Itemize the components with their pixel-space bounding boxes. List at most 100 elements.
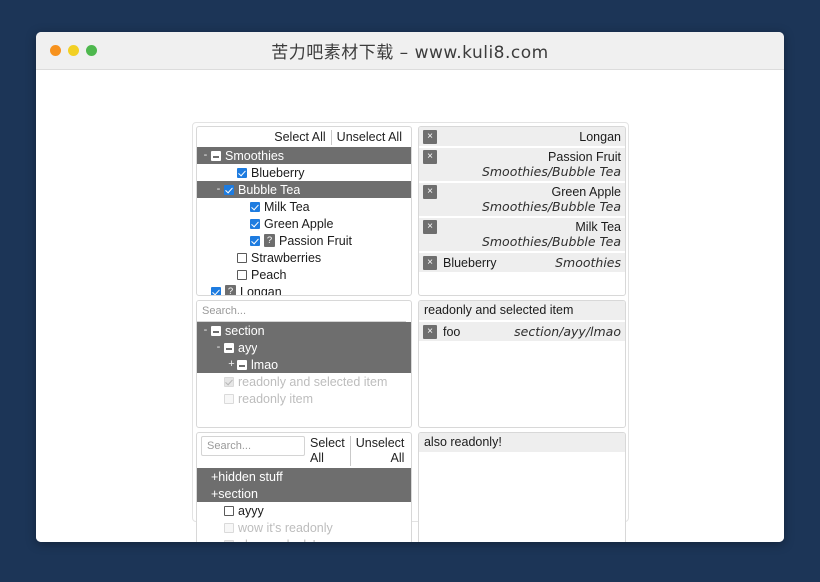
section-1-tree: - Smoothies Blueberry - Bubble Tea Milk Tea Gr… (197, 147, 411, 296)
select-all-button-3[interactable]: Select All (305, 436, 350, 466)
unselect-all-button-3[interactable]: Unselect All (349, 436, 410, 466)
remove-icon[interactable]: × (422, 220, 437, 234)
selected-item: × foo section/ayy/lmao (418, 322, 625, 341)
section-3-toolbar: Select All Unselect All (197, 433, 411, 468)
tree-row-label: also readonly! (238, 538, 316, 543)
question-badge-icon: ? (225, 285, 236, 295)
tree-row[interactable]: Milk Tea (197, 198, 411, 215)
section-1: Select All Unselect All - Smoothies Bluebe… (196, 126, 626, 296)
window-controls (50, 32, 97, 69)
checkbox-partial[interactable] (211, 325, 221, 336)
tree-row[interactable]: Peach (197, 266, 411, 283)
selected-item: × Green Apple Smoothies/Bubble Tea (418, 183, 625, 216)
section-1-tree-pane: Select All Unselect All - Smoothies Bluebe… (196, 126, 412, 296)
tree-row[interactable]: Green Apple (197, 215, 411, 232)
selected-item-path: Smoothies (555, 255, 621, 270)
collapse-icon[interactable]: - (200, 325, 211, 336)
section-2-tree: - section - ayy + lmao readonly and selected i… (197, 322, 411, 407)
selected-item: × Passion Fruit Smoothies/Bubble Tea (418, 148, 625, 181)
selected-item-path: Smoothies/Bubble Tea (481, 164, 621, 179)
tree-row[interactable]: ? Passion Fruit (197, 232, 411, 249)
section-3-tree-pane: Select All Unselect All +hidden stuff +se… (196, 432, 412, 542)
checkbox-checked[interactable] (211, 286, 221, 295)
remove-icon[interactable]: × (422, 255, 437, 270)
tree-row-label: Longan (240, 284, 282, 296)
checkbox-unchecked[interactable] (237, 269, 247, 280)
tree-row-label: readonly item (238, 391, 314, 406)
selected-item-path: Smoothies/Bubble Tea (481, 199, 621, 214)
checkbox-unchecked[interactable] (237, 252, 247, 263)
selected-item: also readonly! (418, 433, 625, 452)
tree-row-label: Bubble Tea (238, 182, 301, 197)
collapse-icon[interactable]: - (213, 342, 224, 353)
section-3-tree: +hidden stuff +section ayyy wow it's readon… (197, 468, 411, 542)
question-badge-icon: ? (264, 234, 275, 247)
checkbox-unchecked (224, 522, 234, 533)
checkbox-checked[interactable] (250, 235, 260, 246)
remove-icon[interactable]: × (422, 129, 437, 144)
checkbox-checked[interactable] (250, 201, 260, 212)
tree-row-label: lmao (251, 357, 279, 372)
section-2: -section-ayy+lmaoreadonly and selected i… (196, 300, 626, 428)
tree-row: readonly item (197, 390, 411, 407)
checkbox-checked[interactable] (224, 184, 234, 195)
checkbox-checked[interactable] (250, 218, 260, 229)
checkbox-checked (224, 376, 234, 387)
tree-row-label: Smoothies (225, 148, 285, 163)
search-input-3[interactable] (201, 436, 305, 456)
close-button[interactable] (50, 45, 61, 56)
remove-icon[interactable]: × (422, 150, 437, 164)
unselect-all-button-1[interactable]: Unselect All (330, 130, 407, 145)
select-all-button-1[interactable]: Select All (269, 130, 330, 145)
selected-item-label: Longan (579, 129, 621, 144)
checkbox-partial[interactable] (211, 150, 221, 161)
collapse-icon[interactable]: - (213, 184, 224, 195)
window-titlebar: 苦力吧素材下载 – www.kuli8.com (36, 32, 784, 70)
section-3-selected-list: also readonly! (418, 433, 625, 452)
tree-row-label: Passion Fruit (279, 233, 352, 248)
expand-icon[interactable]: + (226, 359, 237, 370)
checkbox-partial[interactable] (237, 359, 247, 370)
tree-row-label: section (225, 323, 265, 338)
tree-row[interactable]: - Smoothies (197, 147, 411, 164)
tree-row[interactable]: Blueberry (197, 164, 411, 181)
selected-item-label: readonly and selected item (423, 303, 574, 317)
window-title: 苦力吧素材下载 – www.kuli8.com (271, 43, 549, 63)
maximize-button[interactable] (86, 45, 97, 56)
selected-item-label: Milk Tea (575, 220, 621, 234)
section-1-selection-pane: × Longan × Passion Fruit Smoothies/Bubble Te… (417, 126, 626, 296)
app-window: 苦力吧素材下载 – www.kuli8.com Select All Unsel… (36, 32, 784, 542)
tree-row: readonly and selected item (197, 373, 411, 390)
section-1-selected-list: × Longan × Passion Fruit Smoothies/Bubble Te… (418, 127, 625, 272)
tree-row[interactable]: - section (197, 322, 411, 339)
checkbox-checked[interactable] (237, 167, 247, 178)
checkbox-partial[interactable] (224, 342, 234, 353)
tree-row[interactable]: ? Longan (197, 283, 411, 296)
checkbox-unchecked[interactable] (224, 505, 234, 516)
selected-item-label: Passion Fruit (548, 150, 621, 164)
tree-row[interactable]: - Bubble Tea (197, 181, 411, 198)
section-2-selected-list: readonly and selected item × foo section/ay… (418, 301, 625, 341)
tree-row[interactable]: ayyy (197, 502, 411, 519)
tree-row[interactable]: + lmao (197, 356, 411, 373)
tree-row-label: wow it's readonly (238, 520, 333, 535)
tree-row[interactable]: Strawberries (197, 249, 411, 266)
tree-row-label: Green Apple (264, 216, 334, 231)
section-3-selection-pane: also readonly! (417, 432, 626, 542)
selected-item: × Milk Tea Smoothies/Bubble Tea (418, 218, 625, 251)
selected-item-label: foo (442, 324, 461, 339)
tree-row[interactable]: - ayy (197, 339, 411, 356)
tree-row-label: +section (211, 486, 258, 501)
tree-row: wow it's readonly (197, 519, 411, 536)
minimize-button[interactable] (68, 45, 79, 56)
tree-row[interactable]: +section (197, 485, 411, 502)
remove-icon[interactable]: × (422, 185, 437, 199)
collapse-icon[interactable]: - (200, 150, 211, 161)
tree-row: also readonly! (197, 536, 411, 542)
search-input-2[interactable] (197, 301, 406, 322)
tree-row-label: +hidden stuff (211, 469, 283, 484)
selected-item-label: also readonly! (423, 435, 502, 449)
section-2-selection-pane: readonly and selected item × foo section/ay… (417, 300, 626, 428)
tree-row[interactable]: +hidden stuff (197, 468, 411, 485)
remove-icon[interactable]: × (422, 324, 437, 339)
